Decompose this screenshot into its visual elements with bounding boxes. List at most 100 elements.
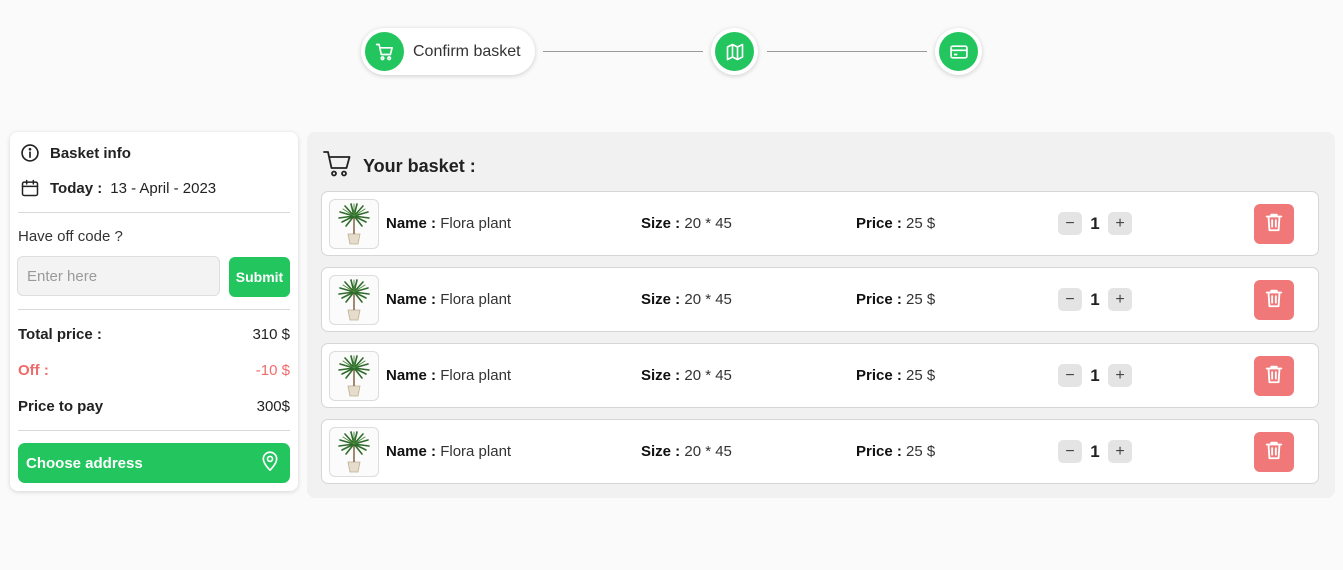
quantity-value: 1 <box>1090 365 1100 385</box>
increase-button[interactable]: + <box>1108 440 1132 463</box>
decrease-button[interactable]: − <box>1058 212 1082 235</box>
basket-item: Name : Flora plant Size : 20 * 45 Price : … <box>321 419 1319 484</box>
item-size-value: 20 * 45 <box>684 367 732 384</box>
quantity-value: 1 <box>1090 213 1100 233</box>
item-price-value: 25 $ <box>906 215 936 232</box>
basket-item: Name : Flora plant Size : 20 * 45 Price : … <box>321 191 1319 256</box>
choose-address-label: Choose address <box>26 454 143 472</box>
off-code-input[interactable] <box>17 256 220 296</box>
map-icon <box>715 32 754 71</box>
basket-item: Name : Flora plant Size : 20 * 45 Price : … <box>321 343 1319 408</box>
item-size: Size : 20 * 45 <box>641 367 732 384</box>
increase-button[interactable]: + <box>1108 212 1132 235</box>
quantity-stepper: −1 + <box>1058 288 1132 311</box>
basket-header: Your basket : <box>323 150 476 183</box>
location-pin-icon <box>260 450 280 476</box>
item-name-label: Name : <box>386 443 437 460</box>
increase-button[interactable]: + <box>1108 364 1132 387</box>
item-size: Size : 20 * 45 <box>641 291 732 308</box>
basket-info-title: Basket info <box>50 144 131 162</box>
cart-icon <box>323 150 353 183</box>
checkout-stepper: Confirm basket <box>0 0 1343 100</box>
delete-button[interactable] <box>1254 432 1294 472</box>
submit-button[interactable]: Submit <box>229 257 290 297</box>
item-price-value: 25 $ <box>906 367 936 384</box>
product-image <box>329 427 379 477</box>
delete-button[interactable] <box>1254 280 1294 320</box>
today-date: 13 - April - 2023 <box>110 179 217 197</box>
total-price-value: 310 $ <box>252 326 290 343</box>
item-name: Name : Flora plant <box>386 291 511 308</box>
quantity-stepper: −1 + <box>1058 364 1132 387</box>
decrease-button[interactable]: − <box>1058 364 1082 387</box>
item-price-label: Price : <box>856 367 902 384</box>
off-label: Off : <box>18 362 49 379</box>
quantity-value: 1 <box>1090 441 1100 461</box>
product-image <box>329 199 379 249</box>
quantity-value: 1 <box>1090 289 1100 309</box>
step-connector <box>543 51 703 52</box>
credit-card-icon <box>939 32 978 71</box>
price-to-pay-label: Price to pay <box>18 398 104 415</box>
item-size: Size : 20 * 45 <box>641 443 732 460</box>
quantity-stepper: −1 + <box>1058 440 1132 463</box>
basket-item: Name : Flora plant Size : 20 * 45 Price : … <box>321 267 1319 332</box>
item-size-label: Size : <box>641 215 681 232</box>
basket-panel: Your basket : Name : Flora plant Size : 2… <box>307 132 1335 498</box>
basket-info-panel: Basket info Today : 13 - April - 2023 Ha… <box>10 132 298 491</box>
decrease-button[interactable]: − <box>1058 440 1082 463</box>
item-size-label: Size : <box>641 291 681 308</box>
calendar-icon <box>18 176 42 200</box>
divider <box>18 212 290 213</box>
item-price-label: Price : <box>856 443 902 460</box>
item-price: Price : 25 $ <box>856 215 935 232</box>
item-size-value: 20 * 45 <box>684 215 732 232</box>
item-price: Price : 25 $ <box>856 291 935 308</box>
product-image <box>329 351 379 401</box>
step-label: Confirm basket <box>413 42 521 60</box>
choose-address-button[interactable]: Choose address <box>18 443 290 483</box>
step-address[interactable] <box>711 28 758 75</box>
price-to-pay-value: 300$ <box>256 398 290 415</box>
delete-button[interactable] <box>1254 204 1294 244</box>
item-price-value: 25 $ <box>906 443 936 460</box>
item-name-value: Flora plant <box>440 443 512 460</box>
item-size-label: Size : <box>641 443 681 460</box>
item-name-label: Name : <box>386 215 437 232</box>
trash-icon <box>1263 287 1285 314</box>
increase-button[interactable]: + <box>1108 288 1132 311</box>
item-name: Name : Flora plant <box>386 443 511 460</box>
step-confirm-basket[interactable]: Confirm basket <box>361 28 535 75</box>
divider <box>18 309 290 310</box>
product-image <box>329 275 379 325</box>
item-name-value: Flora plant <box>440 367 512 384</box>
item-name: Name : Flora plant <box>386 215 511 232</box>
trash-icon <box>1263 363 1285 390</box>
step-connector <box>767 51 927 52</box>
info-icon <box>18 141 42 165</box>
item-price: Price : 25 $ <box>856 443 935 460</box>
off-code-label: Have off code ? <box>18 228 123 245</box>
item-size-value: 20 * 45 <box>684 443 732 460</box>
cart-icon <box>365 32 404 71</box>
trash-icon <box>1263 439 1285 466</box>
trash-icon <box>1263 211 1285 238</box>
decrease-button[interactable]: − <box>1058 288 1082 311</box>
item-name-value: Flora plant <box>440 215 512 232</box>
item-size-value: 20 * 45 <box>684 291 732 308</box>
item-price-label: Price : <box>856 215 902 232</box>
item-price-label: Price : <box>856 291 902 308</box>
item-price: Price : 25 $ <box>856 367 935 384</box>
step-payment[interactable] <box>935 28 982 75</box>
today-label: Today : <box>50 179 103 197</box>
item-name-label: Name : <box>386 291 437 308</box>
item-name-value: Flora plant <box>440 291 512 308</box>
item-size: Size : 20 * 45 <box>641 215 732 232</box>
off-value: -10 $ <box>255 362 290 379</box>
item-name-label: Name : <box>386 367 437 384</box>
basket-title: Your basket : <box>363 156 476 176</box>
divider <box>18 430 290 431</box>
delete-button[interactable] <box>1254 356 1294 396</box>
item-name: Name : Flora plant <box>386 367 511 384</box>
item-size-label: Size : <box>641 367 681 384</box>
